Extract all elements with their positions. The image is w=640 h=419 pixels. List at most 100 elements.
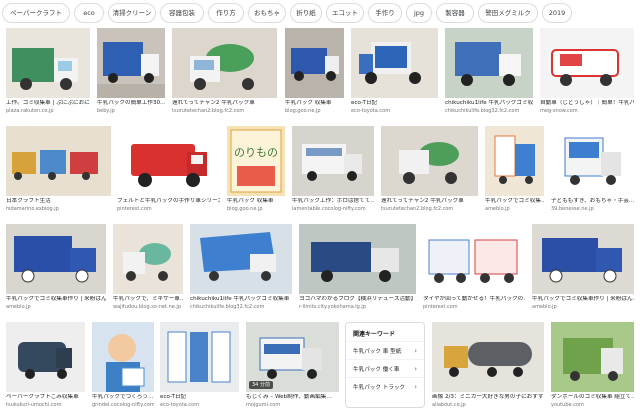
image-result[interactable]: chikuchiku1life 牛乳パックゴミ収集車 chikuchikulif… bbox=[190, 224, 292, 316]
svg-text:のりもの: のりもの bbox=[234, 146, 278, 159]
image-source: blog.goo.ne.jp bbox=[227, 206, 263, 212]
image-caption: 画像 2/3：ミニカー大好きな男の子におすすめ… bbox=[432, 394, 544, 400]
related-search-item[interactable]: 牛乳パック トラック › bbox=[346, 377, 424, 395]
image-caption: 子どももすき、おもちゃ・手芸… bbox=[551, 198, 634, 204]
image-source: wajifudou.blog.so-net.ne.jp bbox=[113, 304, 181, 310]
chip-toys[interactable]: おもちゃ bbox=[248, 3, 286, 23]
image-caption: フェルトと牛乳パックの手作り車シリーズ… bbox=[117, 198, 220, 204]
image-result[interactable]: chikuchiku1life 牛乳パックゴミ収集… chikuchikulif… bbox=[445, 28, 533, 120]
image-result[interactable]: 日本クラフト生活 hidamarino.exblog.jp bbox=[6, 126, 111, 218]
image-source: grindel.cocolog-nifty.com bbox=[92, 402, 154, 408]
image-result[interactable]: 遠れてってチャン2 牛乳パック車 tsurutetechan2.blog.fc2… bbox=[172, 28, 277, 120]
garbage-truck-image bbox=[299, 224, 416, 294]
image-caption: 牛乳パックでゴミ収集車作り | 米粉ぱん… bbox=[6, 296, 106, 302]
image-result[interactable]: 34 分前 もじくみ – Web制作、動画編集… mojgumi.com bbox=[246, 322, 339, 414]
image-source: ameblo.jp bbox=[532, 304, 557, 310]
garbage-truck-image bbox=[6, 28, 90, 98]
related-searches-card: 関連キーワード 牛乳パック 車 型紙 › 牛乳パック 働く車 › 牛乳パック ト… bbox=[345, 322, 425, 408]
image-result[interactable]: 牛乳パック工作：ボロは捨てて… lamentable.cocolog-nifty… bbox=[292, 126, 374, 218]
chip-how-to[interactable]: 作り方 bbox=[208, 3, 244, 23]
chip-handmade[interactable]: 手作り bbox=[368, 3, 402, 23]
related-search-label: 牛乳パック トラック bbox=[353, 384, 406, 391]
image-source: eco-toyota.com bbox=[351, 108, 391, 114]
image-result[interactable]: 牛乳パックでゴミ収集… ameblo.jp bbox=[485, 126, 544, 218]
image-source: ameblo.jp bbox=[6, 304, 31, 310]
chip-jpg[interactable]: jpg bbox=[406, 3, 432, 23]
image-result[interactable]: 子どももすき、おもちゃ・手芸… 39.benesse.ne.jp bbox=[551, 126, 634, 218]
image-source: tsurutetechan2.blog.fc2.com bbox=[381, 206, 454, 212]
chip-paper-craft[interactable]: ペーパークラフト bbox=[2, 3, 70, 23]
image-caption: chikuchiku1life 牛乳パックゴミ収集… bbox=[445, 100, 533, 106]
image-source: blog.goo.ne.jp bbox=[285, 108, 321, 114]
image-caption: eco-T日記 bbox=[160, 394, 187, 400]
garbage-truck-image bbox=[190, 224, 292, 294]
image-result[interactable]: 牛乳パックで、ミキサー車… wajifudou.blog.so-net.ne.j… bbox=[113, 224, 183, 316]
image-result[interactable]: 牛乳パックでつくろう… grindel.cocolog-nifty.com bbox=[92, 322, 154, 414]
image-source: hidamarino.exblog.jp bbox=[6, 206, 59, 212]
toy-cars-image bbox=[6, 126, 111, 196]
image-source: lamentable.cocolog-nifty.com bbox=[292, 206, 366, 212]
chip-origami[interactable]: 折り紙 bbox=[290, 3, 322, 23]
image-result[interactable]: 牛乳パックでゴミ収集車作り | 米粉ぱん… ameblo.jp bbox=[6, 224, 106, 316]
image-source: pinterest.com bbox=[117, 206, 152, 212]
image-caption: 牛乳パックでつくろう… bbox=[92, 394, 154, 400]
image-source: r-limits.city.yokohama.lg.jp bbox=[299, 304, 366, 310]
image-caption: 自動車（じどうしゃ）｜簡単！牛乳パック… bbox=[540, 100, 634, 106]
garbage-truck-image bbox=[351, 28, 438, 98]
image-result[interactable]: 牛乳パックの簡単工作30… beby.jp bbox=[97, 28, 165, 120]
image-caption: ペーパークラフトごみ収集車 bbox=[6, 394, 79, 400]
image-caption: chikuchiku1life 牛乳パックゴミ収集車 bbox=[190, 296, 290, 302]
image-source: beby.jp bbox=[97, 108, 115, 114]
paper-truck-image bbox=[6, 322, 85, 392]
chip-2019[interactable]: 2019 bbox=[542, 3, 572, 23]
image-result[interactable]: フェルトと牛乳パックの手作り車シリーズ… pinterest.com bbox=[117, 126, 220, 218]
image-source: pinterest.com bbox=[423, 304, 458, 310]
chip-eco[interactable]: eco bbox=[74, 3, 104, 23]
image-result[interactable]: eco-T日記 eco-toyota.com bbox=[351, 28, 438, 120]
mixer-truck-image bbox=[381, 126, 478, 196]
related-searches-heading: 関連キーワード bbox=[353, 331, 396, 338]
garbage-truck-image bbox=[532, 224, 634, 294]
image-caption: 牛乳パック 収集車 bbox=[285, 100, 332, 106]
image-caption: eco-T日記 bbox=[351, 100, 378, 106]
image-result[interactable]: タイヤが回って動かせる！牛乳パックの… pinterest.com bbox=[423, 224, 525, 316]
image-result[interactable]: ダンボールのゴミ収集車 組立て… youtube.com bbox=[551, 322, 634, 414]
image-source: 39.benesse.ne.jp bbox=[551, 206, 594, 212]
image-result[interactable]: ペーパークラフトごみ収集車 tsukukuri-umochi.com bbox=[6, 322, 85, 414]
image-result[interactable]: 牛乳パックでゴミ収集車作り | 米粉ぱん… ameblo.jp bbox=[532, 224, 634, 316]
image-caption: ダンボールのゴミ収集車 組立て… bbox=[551, 394, 634, 400]
image-caption: 牛乳パックでゴミ収集… bbox=[485, 198, 544, 204]
garbage-truck-image bbox=[445, 28, 533, 98]
image-caption: 牛乳パック工作：ボロは捨てて… bbox=[292, 198, 374, 204]
image-result[interactable]: ヨコハマわかるブログ【横浜リデュース活動】 r-limits.city.yoko… bbox=[299, 224, 416, 316]
image-source: plaza.rakuten.co.jp bbox=[6, 108, 54, 114]
image-caption: 日本クラフト生活 bbox=[6, 198, 51, 204]
image-result[interactable]: 遠れてってチャン2 牛乳パック車 tsurutetechan2.blog.fc2… bbox=[381, 126, 478, 218]
image-result[interactable]: 牛乳パック 収集車 blog.goo.ne.jp bbox=[285, 28, 344, 120]
chip-ecot[interactable]: エコット bbox=[326, 3, 364, 23]
image-result[interactable]: のりもの 牛乳パック 収集車 blog.goo.ne.jp bbox=[227, 126, 285, 218]
image-source: tsurutetechan2.blog.fc2.com bbox=[172, 108, 245, 114]
image-result[interactable]: 画像 2/3：ミニカー大好きな男の子におすすめ… allabout.co.jp bbox=[432, 322, 544, 414]
garbage-truck-image bbox=[6, 224, 106, 294]
carton-trucks-image bbox=[423, 224, 525, 294]
chip-cleaning[interactable]: 清掃クリーン bbox=[108, 3, 156, 23]
image-source: allabout.co.jp bbox=[432, 402, 466, 408]
chevron-right-icon: › bbox=[414, 382, 417, 391]
chip-megmilk[interactable]: 警田メグミルク bbox=[478, 3, 538, 23]
image-caption: 牛乳パックで、ミキサー車… bbox=[113, 296, 183, 302]
image-source: eco-toyota.com bbox=[160, 402, 200, 408]
related-search-item[interactable]: 牛乳パック 車 型紙 › bbox=[346, 341, 424, 359]
image-result[interactable]: eco-T日記 eco-toyota.com bbox=[160, 322, 239, 414]
chip-container[interactable]: 製容器 bbox=[436, 3, 474, 23]
image-result[interactable]: 工作。ゴミ収集車 | ぷにぷにおにい… plaza.rakuten.co.jp bbox=[6, 28, 90, 120]
chip-packaging[interactable]: 容器包装 bbox=[160, 3, 204, 23]
chevron-right-icon: › bbox=[414, 346, 417, 355]
carton-truck-image bbox=[551, 126, 634, 196]
related-search-item[interactable]: 牛乳パック 働く車 › bbox=[346, 359, 424, 377]
image-source: tsukukuri-umochi.com bbox=[6, 402, 62, 408]
related-search-label: 牛乳パック 働く車 bbox=[353, 366, 400, 373]
milk-cartons-image bbox=[160, 322, 239, 392]
book-cover-image: のりもの bbox=[227, 126, 285, 196]
image-result[interactable]: 自動車（じどうしゃ）｜簡単！牛乳パック… meg-snow.com bbox=[540, 28, 634, 120]
